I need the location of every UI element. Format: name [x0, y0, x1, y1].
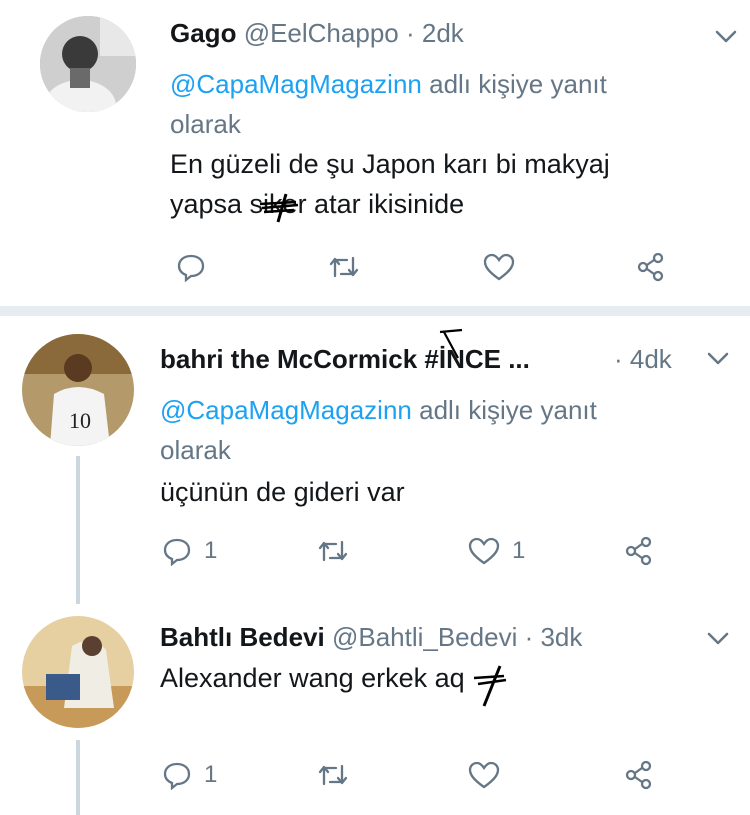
share-button[interactable] [636, 252, 666, 282]
author-handle[interactable]: @EelChappo [244, 18, 399, 48]
reply-button[interactable]: 1 [162, 760, 217, 790]
divider [0, 306, 750, 316]
reply-mention-link[interactable]: @CapaMagMagazinn [170, 69, 422, 99]
tweet-2[interactable]: 10 bahri the McCormick #İNCE ... · 4dk @… [0, 316, 750, 604]
censor-scribble [439, 328, 463, 359]
censor-scribble [473, 665, 507, 707]
share-button[interactable] [624, 536, 654, 566]
svg-text:10: 10 [69, 408, 91, 433]
reply-button[interactable]: 1 [162, 536, 217, 566]
like-icon [483, 253, 515, 281]
share-button[interactable] [624, 760, 654, 790]
author-name[interactable]: bahri the McCormick #İNCE ... [160, 344, 530, 375]
tweet-time: · 4dk [614, 344, 672, 374]
retweet-icon [318, 540, 348, 562]
tweet-text: En güzeli de şu Japon karı bi makyaj yap… [170, 149, 610, 219]
reply-context: @CapaMagMagazinn adlı kişiye yanıt olara… [170, 69, 607, 139]
tweet-1[interactable]: Gago @EelChappo · 2dk @CapaMagMagazinn a… [0, 0, 750, 305]
chevron-down-icon[interactable] [704, 344, 732, 372]
reply-mention-link[interactable]: @CapaMagMagazinn [160, 395, 412, 425]
share-icon [625, 536, 652, 566]
thread-line [76, 456, 80, 604]
chevron-down-icon[interactable] [704, 624, 732, 652]
share-icon [637, 252, 664, 282]
retweet-button[interactable] [316, 536, 350, 566]
retweet-button[interactable] [327, 252, 361, 282]
like-icon [468, 761, 500, 789]
avatar[interactable] [40, 16, 136, 112]
reply-context: @CapaMagMagazinn adlı kişiye yanıt olara… [160, 395, 597, 465]
author-name[interactable]: Bahtlı Bedevi @Bahtli_Bedevi · 3dk [160, 622, 582, 653]
tweet-time: · 3dk [524, 622, 583, 652]
thread-line [76, 740, 80, 815]
retweet-icon [329, 256, 359, 278]
author-name[interactable]: Gago @EelChappo · 2dk [170, 18, 464, 49]
retweet-icon [318, 764, 348, 786]
censor-scribble [259, 193, 299, 223]
avatar[interactable] [22, 616, 134, 728]
like-button[interactable]: 1 [468, 536, 525, 566]
tweet-text: üçünün de gideri var [160, 477, 405, 507]
tweet-time: · 2dk [405, 18, 464, 48]
share-icon [625, 760, 652, 790]
reply-icon [177, 254, 205, 282]
tweet-3[interactable]: Bahtlı Bedevi @Bahtli_Bedevi · 3dk Alexa… [0, 600, 750, 815]
reply-icon [163, 762, 191, 790]
reply-button[interactable] [176, 252, 218, 282]
chevron-down-icon[interactable] [712, 22, 740, 50]
retweet-button[interactable] [316, 760, 350, 790]
like-button[interactable] [483, 252, 515, 282]
tweet-text: Alexander wang erkek aq [160, 663, 465, 693]
reply-icon [163, 538, 191, 566]
like-button[interactable] [468, 760, 500, 790]
avatar[interactable]: 10 [22, 334, 134, 446]
like-icon [468, 537, 500, 565]
author-handle[interactable]: @Bahtli_Bedevi [332, 622, 517, 652]
